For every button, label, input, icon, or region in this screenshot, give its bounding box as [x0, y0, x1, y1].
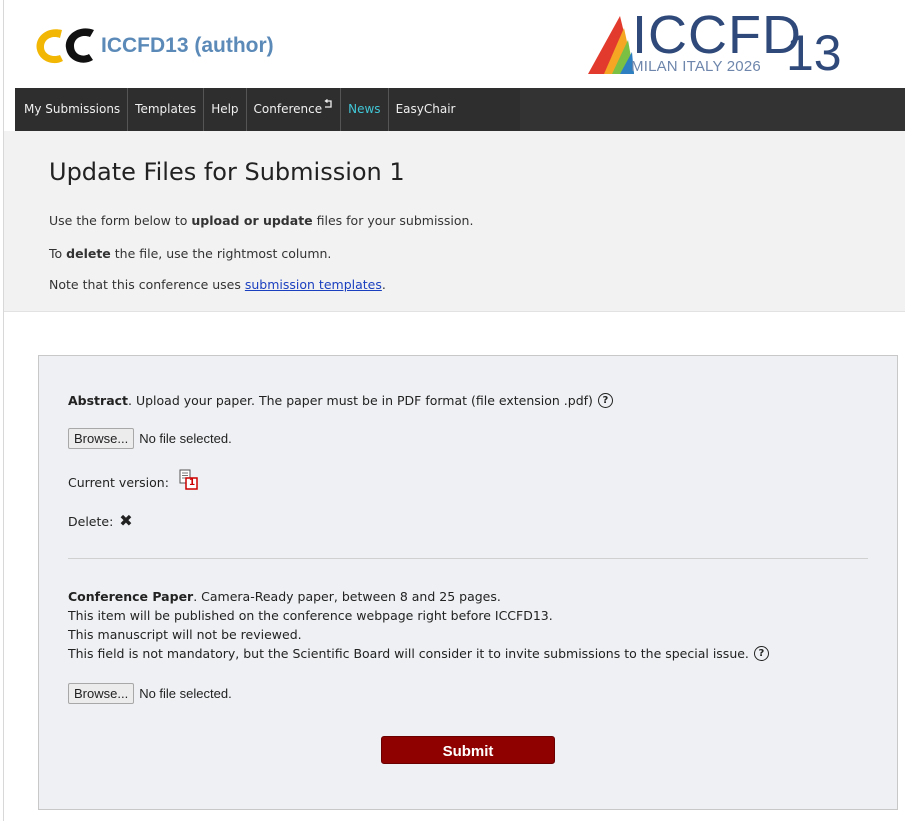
abstract-current-version: Current version: 1 — [68, 469, 199, 491]
upload-form-panel: Abstract. Upload your paper. The paper m… — [38, 355, 898, 810]
abstract-browse-button[interactable]: Browse... — [68, 428, 135, 449]
intro-text: Use the form below to — [49, 213, 192, 228]
paper-browse-button[interactable]: Browse... — [68, 683, 135, 704]
intro-text: . — [381, 277, 386, 292]
nav-news[interactable]: News — [341, 88, 389, 131]
paper-text: This field is not mandatory, but the Sci… — [68, 646, 749, 661]
nav-conference-label: Conference — [253, 102, 323, 116]
delete-label: Delete: — [68, 514, 114, 529]
intro-line-templates: Note that this conference uses submissio… — [49, 277, 386, 292]
return-arrow-icon — [324, 98, 332, 108]
intro-line-upload: Use the form below to upload or update f… — [49, 213, 473, 228]
intro-emphasis: delete — [66, 246, 111, 261]
paper-description-line1: Conference Paper. Camera-Ready paper, be… — [68, 589, 501, 604]
paper-file-status: No file selected. — [139, 686, 232, 701]
abstract-delete: Delete: ✖ — [68, 511, 133, 530]
app-title: ICCFD13 (author) — [101, 34, 274, 57]
conf-logo-number: 13 — [786, 25, 842, 81]
paper-description-line3: This manuscript will not be reviewed. — [68, 627, 302, 642]
paper-description-line2: This item will be published on the confe… — [68, 608, 553, 623]
section-divider — [68, 558, 868, 559]
submission-templates-link[interactable]: submission templates — [245, 277, 382, 292]
page-left-border — [3, 0, 4, 821]
intro-text: the file, use the rightmost column. — [110, 246, 332, 261]
main-nav: My Submissions Templates Help Conference… — [15, 88, 520, 131]
nav-easychair[interactable]: EasyChair — [389, 88, 463, 131]
help-icon[interactable]: ? — [753, 646, 769, 661]
intro-emphasis: upload or update — [191, 213, 313, 228]
current-version-label: Current version: — [68, 475, 169, 490]
abstract-label: Abstract — [68, 393, 129, 408]
intro-text: files for your submission. — [312, 213, 474, 228]
conf-logo-subtitle: MILAN ITALY 2026 — [631, 58, 761, 75]
nav-background — [520, 88, 905, 131]
document-icon — [179, 469, 198, 490]
conf-logo-text: ICCFD — [632, 5, 802, 65]
header: ICCFD13 (author) ICCFD 13 MILAN ITALY 20… — [4, 0, 905, 88]
delete-x-icon[interactable]: ✖ — [119, 511, 132, 530]
nav-my-submissions[interactable]: My Submissions — [15, 88, 129, 131]
page-title: Update Files for Submission 1 — [49, 158, 405, 186]
abstract-file-input[interactable]: Browse... No file selected. — [68, 428, 232, 449]
nav-help[interactable]: Help — [204, 88, 247, 131]
abstract-file-status: No file selected. — [139, 431, 232, 446]
paper-description-line4: This field is not mandatory, but the Sci… — [68, 646, 769, 661]
document-version-icon[interactable]: 1 — [177, 469, 199, 491]
paper-text: . Camera-Ready paper, between 8 and 25 p… — [193, 589, 501, 604]
submit-button[interactable]: Submit — [381, 736, 555, 764]
paper-file-input[interactable]: Browse... No file selected. — [68, 683, 232, 704]
abstract-description: Abstract. Upload your paper. The paper m… — [68, 393, 613, 408]
version-badge: 1 — [188, 478, 196, 488]
abstract-text: . Upload your paper. The paper must be i… — [128, 393, 593, 408]
easychair-logo-icon[interactable] — [32, 24, 96, 68]
intro-line-delete: To delete the file, use the rightmost co… — [49, 246, 331, 261]
conference-paper-label: Conference Paper — [68, 589, 194, 604]
nav-templates[interactable]: Templates — [128, 88, 205, 131]
intro-text: Note that this conference uses — [49, 277, 245, 292]
help-icon[interactable]: ? — [597, 393, 613, 408]
nav-conference[interactable]: Conference — [247, 88, 342, 131]
intro-section: Update Files for Submission 1 Use the fo… — [4, 131, 905, 312]
intro-text: To — [49, 246, 67, 261]
